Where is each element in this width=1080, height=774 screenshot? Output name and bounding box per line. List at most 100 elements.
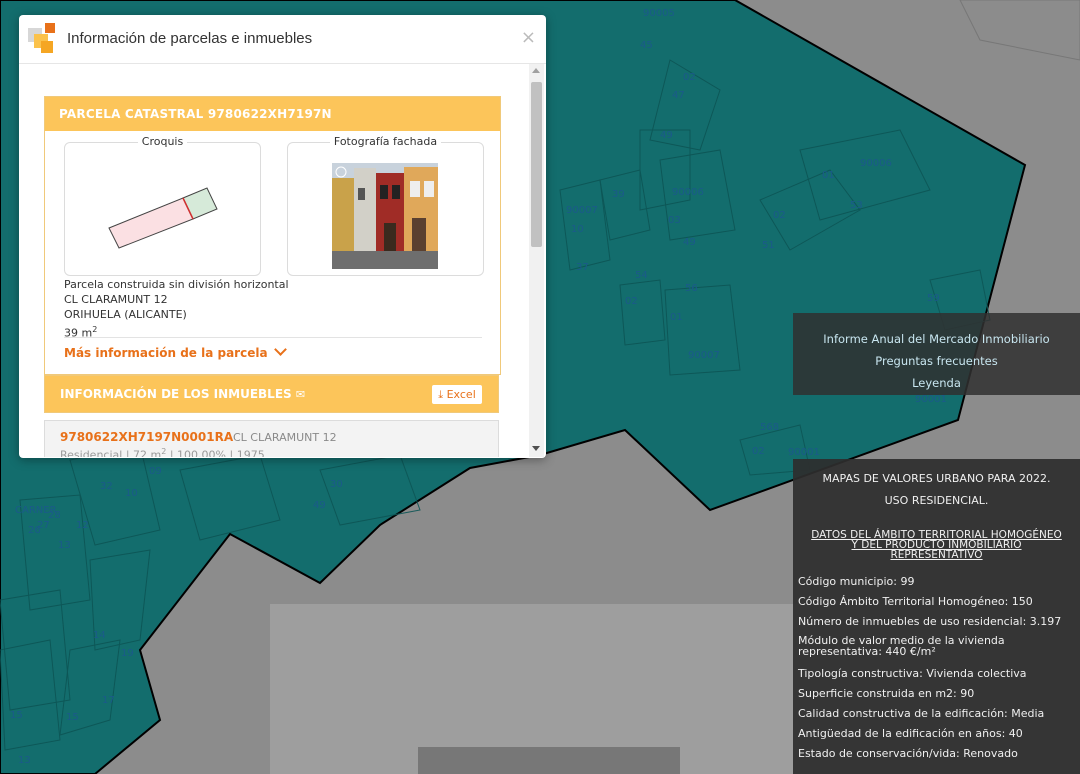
excel-button-label: Excel bbox=[446, 388, 476, 401]
map-label: 49 bbox=[313, 500, 326, 511]
map-label: 37 bbox=[576, 262, 589, 273]
parcel-address-line: CL CLARAMUNT 12 bbox=[64, 293, 168, 306]
info-section-heading: DATOS DEL ÁMBITO TERRITORIAL HOMOGÉNEO Y… bbox=[793, 530, 1080, 561]
parcel-address-line: ORIHUELA (ALICANTE) bbox=[64, 308, 187, 321]
catastro-logo-icon bbox=[28, 23, 55, 53]
list-item[interactable]: 9780622XH7197N0001RA CL CLARAMUNT 12 Res… bbox=[44, 420, 499, 457]
inmueble-address: CL CLARAMUNT 12 bbox=[233, 431, 337, 444]
map-label: 90007 bbox=[688, 350, 720, 361]
scroll-up-arrow-icon[interactable] bbox=[532, 68, 540, 73]
facade-photo-label: Fotografía fachada bbox=[329, 135, 442, 148]
parcel-panel: PARCELA CATASTRAL 9780622XH7197N Croquis… bbox=[44, 96, 501, 375]
dialog-header[interactable]: Información de parcelas e inmuebles × bbox=[19, 15, 546, 64]
map-label: 02 bbox=[683, 72, 696, 83]
map-label: 09 bbox=[149, 466, 162, 477]
map-label: 14 bbox=[93, 630, 106, 641]
map-label: 54 bbox=[635, 270, 648, 281]
inmueble-reference-link[interactable]: 9780622XH7197N0001RA bbox=[60, 430, 233, 444]
info-line: Superficie construida en m2: 90 bbox=[798, 687, 975, 700]
divider bbox=[64, 337, 482, 338]
info-subtitle: USO RESIDENCIAL. bbox=[884, 494, 989, 507]
map-label: 12 bbox=[76, 520, 89, 531]
excel-download-button[interactable]: ⤓ Excel bbox=[432, 385, 482, 404]
map-label: 90005 bbox=[643, 8, 675, 19]
map-label: 15 bbox=[10, 710, 23, 721]
map-label: 02 bbox=[625, 296, 638, 307]
info-section-heading-line: REPRESENTATIVO bbox=[890, 549, 983, 561]
map-label: 10 bbox=[571, 224, 584, 235]
map-label: 90006 bbox=[672, 187, 704, 198]
parcel-address: Parcela construida sin división horizont… bbox=[64, 277, 289, 341]
facade-photo[interactable] bbox=[332, 163, 438, 269]
parcel-address-line: Parcela construida sin división horizont… bbox=[64, 278, 289, 291]
inmueble-details: Residencial | 72 m2 | 100,00% | 1975 bbox=[60, 447, 265, 457]
map-label: 49 bbox=[660, 130, 673, 141]
map-label: 45 bbox=[640, 40, 653, 51]
links-panel: Informe Anual del Mercado Inmobiliario P… bbox=[793, 313, 1080, 395]
parcel-header: PARCELA CATASTRAL 9780622XH7197N bbox=[45, 97, 500, 131]
more-parcel-info-link[interactable]: Más información de la parcela bbox=[64, 343, 287, 360]
info-line: Estado de conservación/vida: Renovado bbox=[798, 747, 1018, 760]
map-label: 90006 bbox=[860, 158, 892, 169]
croquis-box[interactable]: Croquis bbox=[64, 135, 261, 276]
info-line: Código Ámbito Territorial Homogéneo: 150 bbox=[798, 595, 1033, 608]
scroll-down-arrow-icon[interactable] bbox=[532, 446, 540, 451]
map-label: 90001 bbox=[788, 447, 820, 458]
parcel-info-dialog: Información de parcelas e inmuebles × PA… bbox=[19, 15, 546, 458]
info-line: Calidad constructiva de la edificación: … bbox=[798, 707, 1045, 720]
inmueble-area: 72 m bbox=[133, 448, 162, 457]
map-label: 39 bbox=[612, 189, 625, 200]
parcel-area-unit-sup: 2 bbox=[92, 325, 98, 334]
map-label: 01 bbox=[822, 170, 835, 181]
map-label: 13 bbox=[58, 540, 71, 551]
inmuebles-header-title: INFORMACIÓN DE LOS INMUEBLES ✉ bbox=[60, 387, 305, 401]
facade-photo-box[interactable]: Fotografía fachada bbox=[287, 135, 484, 276]
dialog-body[interactable]: PARCELA CATASTRAL 9780622XH7197N Croquis… bbox=[19, 64, 546, 457]
croquis-sketch bbox=[108, 187, 218, 249]
map-label: 02 bbox=[752, 446, 765, 457]
map-label: 26 bbox=[28, 525, 41, 536]
map-label: 02 bbox=[773, 210, 786, 221]
info-line: representativa: 440 €/m² bbox=[798, 645, 936, 658]
map-label: 01 bbox=[670, 312, 683, 323]
inmueble-area-unit-sup: 2 bbox=[161, 447, 167, 456]
map-label: 59 bbox=[927, 293, 940, 304]
map-label: 15 bbox=[66, 712, 79, 723]
legend-link[interactable]: Leyenda bbox=[793, 376, 1080, 390]
info-line: Tipología constructiva: Vivienda colecti… bbox=[798, 667, 1027, 680]
faq-link[interactable]: Preguntas frecuentes bbox=[793, 354, 1080, 368]
dialog-scrollbar[interactable] bbox=[529, 64, 544, 457]
annual-report-link[interactable]: Informe Anual del Mercado Inmobiliario bbox=[793, 332, 1080, 346]
map-label: 51 bbox=[762, 240, 775, 251]
comment-icon: ✉ bbox=[295, 388, 306, 401]
map-label: 49 bbox=[683, 237, 696, 248]
map-label: 13 bbox=[18, 755, 31, 766]
info-line: Antigüedad de la edificación en años: 40 bbox=[798, 727, 1023, 740]
map-label: 10 bbox=[125, 488, 138, 499]
close-icon[interactable]: × bbox=[521, 27, 536, 48]
map-label: 28 bbox=[48, 510, 61, 521]
map-label: 17 bbox=[102, 695, 115, 706]
map-label: 90007 bbox=[566, 205, 598, 216]
map-label: 56 bbox=[685, 283, 698, 294]
map-label: 32 bbox=[100, 481, 113, 492]
inmuebles-header-label: INFORMACIÓN DE LOS INMUEBLES bbox=[60, 387, 292, 401]
info-line: Código municipio: 99 bbox=[798, 575, 915, 588]
map-label: 47 bbox=[672, 90, 685, 101]
map-label: 53 bbox=[850, 200, 863, 211]
inmueble-share: 100,00% bbox=[177, 448, 226, 457]
inmueble-year: 1975 bbox=[236, 448, 265, 457]
inmueble-use: Residencial bbox=[60, 448, 123, 457]
map-label: 30 bbox=[330, 479, 343, 490]
scroll-thumb[interactable] bbox=[531, 82, 542, 247]
map-label: 568 bbox=[760, 422, 780, 433]
map-label: 19 bbox=[121, 648, 134, 659]
dialog-title: Información de parcelas e inmuebles bbox=[67, 30, 313, 47]
chevron-down-icon bbox=[273, 343, 287, 356]
map-label: 03 bbox=[668, 215, 681, 226]
info-line: Número de inmuebles de uso residencial: … bbox=[798, 615, 1062, 628]
download-icon: ⤓ bbox=[438, 388, 444, 401]
map-label: 90001 bbox=[915, 394, 947, 405]
more-parcel-info-label: Más información de la parcela bbox=[64, 346, 268, 360]
value-map-info-panel: MAPAS DE VALORES URBANO PARA 2022. USO R… bbox=[793, 459, 1080, 774]
